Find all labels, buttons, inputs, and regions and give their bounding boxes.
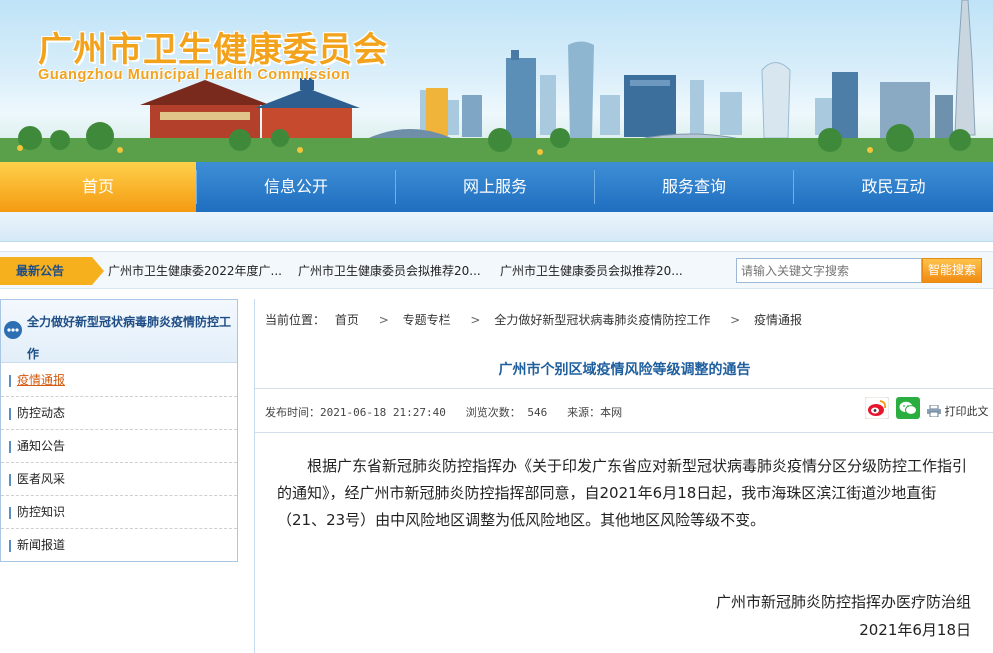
search-input[interactable] — [736, 258, 922, 283]
article-title: 广州市个别区域疫情风险等级调整的通告 — [498, 362, 751, 378]
article-body: 根据广东省新冠肺炎防控指挥办《关于印发广东省应对新型冠状病毒肺炎疫情分区分级防控… — [277, 457, 968, 529]
views-label: 浏览次数： — [465, 406, 521, 419]
sidebar-heading-text: 全力做好新型冠状病毒肺炎疫情防控工作 — [27, 315, 232, 361]
breadcrumb-current[interactable]: 疫情通报 — [754, 313, 802, 327]
search-button[interactable]: 智能搜索 — [922, 258, 982, 283]
sub-nav-bar — [0, 212, 993, 242]
sidebar-item-notices[interactable]: 通知公告 — [1, 430, 237, 463]
sidebar: 全力做好新型冠状病毒肺炎疫情防控工作 疫情通报 防控动态 通知公告 医者风采 防… — [0, 299, 238, 562]
breadcrumb-prefix: 当前位置： — [265, 313, 326, 327]
nav-home[interactable]: 首页 — [0, 162, 196, 212]
publish-time: 2021-06-18 21:27:40 — [320, 406, 446, 419]
source-label: 来源： — [567, 406, 601, 419]
breadcrumb: 当前位置： 首页 > 专题专栏 > 全力做好新型冠状病毒肺炎疫情防控工作 > 疫… — [265, 311, 808, 328]
nav-service-query[interactable]: 服务查询 — [595, 162, 793, 212]
chat-bubble-icon — [4, 321, 22, 339]
sidebar-item-prevention-news[interactable]: 防控动态 — [1, 397, 237, 430]
article-date: 2021年6月18日 — [859, 621, 971, 639]
sidebar-heading: 全力做好新型冠状病毒肺炎疫情防控工作 — [1, 300, 237, 363]
main-nav: 首页 信息公开 网上服务 服务查询 政民互动 — [0, 162, 993, 212]
breadcrumb-covid-topic[interactable]: 全力做好新型冠状病毒肺炎疫情防控工作 — [494, 313, 710, 327]
print-button[interactable]: 打印此文 — [927, 403, 989, 419]
article-signature: 广州市新冠肺炎防控指挥办医疗防治组 — [715, 593, 971, 611]
view-count: 546 — [527, 406, 548, 419]
nav-public-interaction[interactable]: 政民互动 — [794, 162, 993, 212]
sidebar-item-epidemic-report[interactable]: 疫情通报 — [1, 364, 237, 397]
divider — [255, 388, 993, 389]
sidebar-item-news-reports[interactable]: 新闻报道 — [1, 529, 237, 562]
weibo-share-icon[interactable] — [865, 397, 889, 419]
notice-tag: 最新公告 — [0, 257, 104, 285]
sidebar-item-doctors[interactable]: 医者风采 — [1, 463, 237, 496]
breadcrumb-separator: > — [470, 313, 481, 327]
header-banner: 广州市卫生健康委员会 Guangzhou Municipal Health Co… — [0, 0, 993, 162]
breadcrumb-topics[interactable]: 专题专栏 — [403, 313, 451, 327]
site-title-english: Guangzhou Municipal Health Commission — [38, 67, 351, 83]
divider — [255, 432, 993, 433]
notice-item[interactable]: 广州市卫生健康委员会拟推荐20... — [500, 252, 683, 290]
print-label: 打印此文 — [944, 405, 989, 418]
notice-item[interactable]: 广州市卫生健康委2022年度广... — [108, 252, 282, 290]
wechat-share-icon[interactable] — [896, 397, 920, 419]
article-panel: 当前位置： 首页 > 专题专栏 > 全力做好新型冠状病毒肺炎疫情防控工作 > 疫… — [254, 299, 993, 653]
breadcrumb-home[interactable]: 首页 — [335, 313, 359, 327]
sidebar-item-knowledge[interactable]: 防控知识 — [1, 496, 237, 529]
breadcrumb-separator: > — [730, 313, 741, 327]
source: 本网 — [600, 406, 623, 419]
breadcrumb-separator: > — [378, 313, 389, 327]
publish-time-label: 发布时间： — [265, 406, 320, 419]
article-meta: 发布时间：2021-06-18 21:27:40 浏览次数： 546 来源：本网 — [265, 404, 622, 420]
site-title: 广州市卫生健康委员会 — [38, 30, 388, 70]
nav-info-disclosure[interactable]: 信息公开 — [197, 162, 395, 212]
printer-icon — [927, 404, 941, 418]
notice-item[interactable]: 广州市卫生健康委员会拟推荐20... — [298, 252, 481, 290]
nav-online-services[interactable]: 网上服务 — [396, 162, 594, 212]
